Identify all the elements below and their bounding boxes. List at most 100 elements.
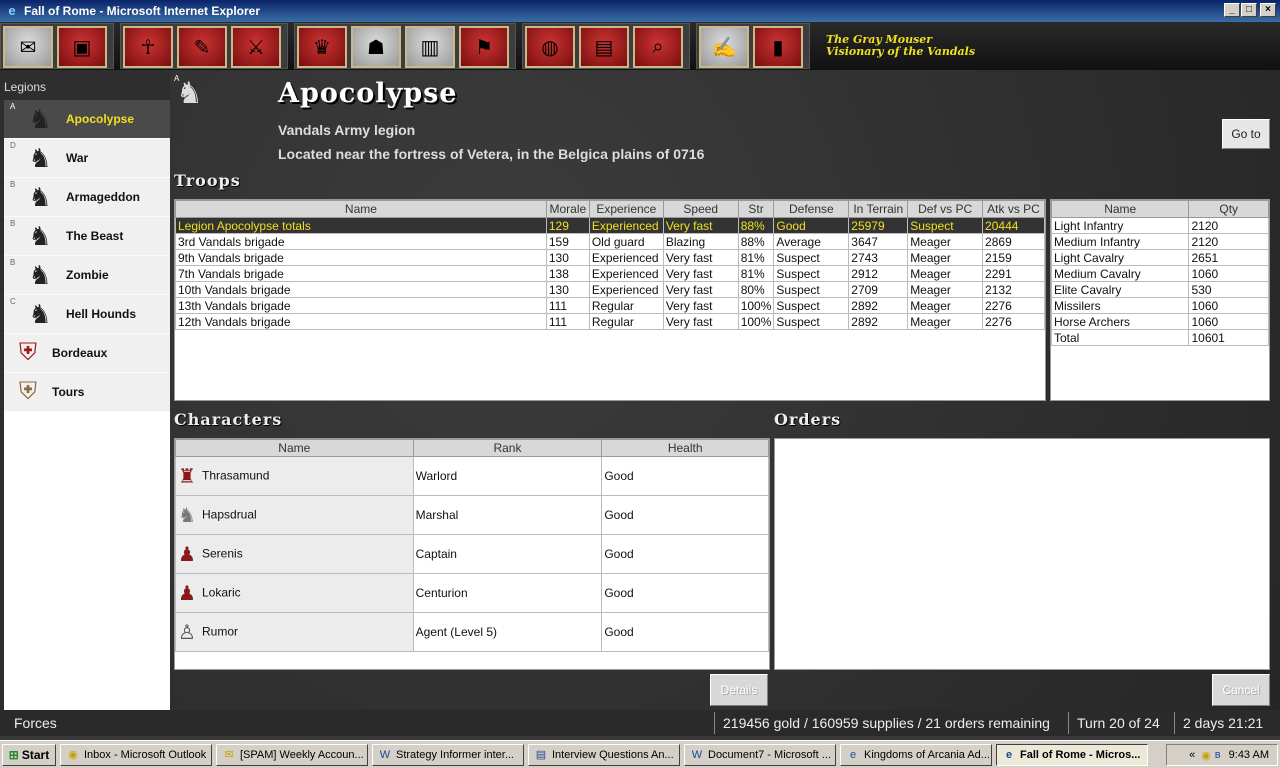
taskbar-item-document7[interactable]: W Document7 - Microsoft ... — [684, 743, 836, 766]
crown-icon[interactable]: ♛ — [297, 26, 347, 68]
table-cell: Marshal — [412, 495, 603, 535]
details-button[interactable]: Details — [710, 674, 768, 706]
scroll-money-icon[interactable]: ✉ — [3, 26, 53, 68]
table-row[interactable]: Missilers 1060 — [1050, 297, 1269, 314]
table-cell: 81% — [737, 265, 775, 282]
maximize-button[interactable]: □ — [1241, 3, 1257, 17]
table-cell: 2276 — [982, 297, 1045, 314]
table-row[interactable]: Medium Infantry 2120 — [1050, 233, 1269, 250]
table-row[interactable]: Total 10601 — [1050, 329, 1269, 346]
table-cell: 100% — [737, 313, 775, 330]
bluetooth-icon[interactable]: ʙ — [1215, 749, 1221, 761]
table-cell: 88% — [737, 233, 775, 250]
legion-cavalry-icon: A ♞ — [174, 74, 203, 110]
sidebar-item-war[interactable]: D ♞ War — [4, 139, 170, 178]
table-cell: 80% — [737, 281, 775, 298]
senate-icon[interactable]: ☗ — [351, 26, 401, 68]
table-cell: Good — [601, 534, 769, 574]
taskbar-item-strategy-informer[interactable]: W Strategy Informer inter... — [372, 743, 524, 766]
column-header[interactable]: Morale — [545, 200, 590, 218]
table-row[interactable]: 9th Vandals brigade 130 Experienced Very fa… — [175, 249, 1045, 266]
table-row[interactable]: Light Infantry 2120 — [1050, 217, 1269, 234]
taskbar-item-outlook[interactable]: ◉ Inbox - Microsoft Outlook — [60, 743, 212, 766]
column-header[interactable]: Str — [737, 200, 775, 218]
characters-table[interactable]: Name Rank Health ♜ Thrasamund Warlord Goo… — [174, 438, 770, 670]
toolbar-group-empire: ♛ ☗ ▥ ⚑ — [294, 23, 516, 69]
sidebar-item-bordeaux[interactable]: ⛨ Bordeaux — [4, 334, 170, 373]
table-cell: Captain — [412, 534, 603, 574]
column-header[interactable]: Health — [601, 439, 769, 457]
sidebar-item-apocolypse[interactable]: A ♞ Apocolypse — [4, 100, 170, 139]
cancel-button[interactable]: Cancel — [1212, 674, 1270, 706]
taskbar-item-kingdoms-of-arcania[interactable]: e Kingdoms of Arcania Ad... — [840, 743, 992, 766]
table-row[interactable]: ♟ Serenis Captain Good — [175, 534, 769, 574]
table-cell: 2120 — [1188, 233, 1269, 250]
cavalry-icon: ♞ — [28, 182, 52, 212]
column-header[interactable]: Experience — [588, 200, 664, 218]
taskbar-item-fall-of-rome[interactable]: e Fall of Rome - Micros... — [996, 743, 1148, 766]
game-toolbar: ✉ ▣ ☥ ✎ ⚔ ♛ ☗ ▥ ⚑ ◍ ▤ ⌕ ✍ ▮ The Gray Mou… — [0, 22, 1280, 70]
legion-icon[interactable]: ⚑ — [459, 26, 509, 68]
character-name-cell: ♙ Rumor — [175, 612, 414, 652]
close-button[interactable]: × — [1260, 3, 1276, 17]
table-cell: Experienced — [588, 265, 664, 282]
troops-table[interactable]: Name Morale Experience Speed Str Defense… — [174, 199, 1046, 401]
column-header[interactable]: Name — [1050, 200, 1190, 218]
table-row[interactable]: 13th Vandals brigade 111 Regular Very fast 1… — [175, 297, 1045, 314]
table-cell: Good — [601, 573, 769, 613]
table-cell: 2132 — [982, 281, 1045, 298]
tray-expand-icon[interactable]: « — [1189, 749, 1195, 761]
column-header[interactable]: Atk vs PC — [982, 200, 1045, 218]
column-header[interactable]: In Terrain — [848, 200, 909, 218]
column-header[interactable]: Defense — [773, 200, 850, 218]
globe-icon[interactable]: ◍ — [525, 26, 575, 68]
sidebar-item-armageddon[interactable]: B ♞ Armageddon — [4, 178, 170, 217]
sidebar-item-tours[interactable]: ⛨ Tours — [4, 373, 170, 412]
sidebar-item-the-beast[interactable]: B ♞ The Beast — [4, 217, 170, 256]
table-row[interactable]: ♟ Lokaric Centurion Good — [175, 573, 769, 613]
decree-scroll-icon[interactable]: ✎ — [177, 26, 227, 68]
table-row[interactable]: Elite Cavalry 530 — [1050, 281, 1269, 298]
start-button[interactable]: ⊞ Start — [2, 743, 56, 766]
window-title-bar[interactable]: e Fall of Rome - Microsoft Internet Expl… — [0, 0, 1280, 22]
clock[interactable]: 9:43 AM — [1229, 749, 1269, 761]
sidebar-item-hell-hounds[interactable]: C ♞ Hell Hounds — [4, 295, 170, 334]
table-row[interactable]: 12th Vandals brigade 111 Regular Very fast 1… — [175, 313, 1045, 330]
table-row[interactable]: 10th Vandals brigade 130 Experienced Very f… — [175, 281, 1045, 298]
column-header[interactable]: Speed — [662, 200, 739, 218]
table-row[interactable]: ♙ Rumor Agent (Level 5) Good — [175, 612, 769, 652]
goto-button[interactable]: Go to — [1222, 119, 1270, 149]
table-row[interactable]: ♜ Thrasamund Warlord Good — [175, 456, 769, 496]
books-icon[interactable]: ▮ — [753, 26, 803, 68]
legion-badge: B — [10, 180, 16, 189]
table-row[interactable]: 3rd Vandals brigade 159 Old guard Blazing 88… — [175, 233, 1045, 250]
magnifier-icon[interactable]: ⌕ — [633, 26, 683, 68]
table-row[interactable]: 7th Vandals brigade 138 Experienced Very fa… — [175, 265, 1045, 282]
unit-type-table[interactable]: Name Qty Light Infantry 2120 Medium Infan… — [1050, 199, 1270, 401]
table-row[interactable]: Light Cavalry 2651 — [1050, 249, 1269, 266]
writing-icon[interactable]: ✍ — [699, 26, 749, 68]
column-header[interactable]: Def vs PC — [907, 200, 984, 218]
sidebar-item-zombie[interactable]: B ♞ Zombie — [4, 256, 170, 295]
table-row[interactable]: Legion Apocolypse totals 129 Experienced Ve… — [175, 217, 1045, 234]
taskbar-item-spam[interactable]: ✉ [SPAM] Weekly Accoun... — [216, 743, 368, 766]
table-cell: Total — [1050, 329, 1190, 346]
city-icon[interactable]: ▥ — [405, 26, 455, 68]
column-header[interactable]: Name — [175, 439, 414, 457]
windows-flag-icon: ⊞ — [8, 747, 19, 762]
treasure-chest-icon[interactable]: ▣ — [57, 26, 107, 68]
table-cell: 1060 — [1188, 265, 1269, 282]
orders-list[interactable] — [774, 438, 1270, 670]
map-icon[interactable]: ▤ — [579, 26, 629, 68]
column-header[interactable]: Rank — [412, 439, 603, 457]
table-row[interactable]: ♞ Hapsdrual Marshal Good — [175, 495, 769, 535]
minimize-button[interactable]: _ — [1224, 3, 1240, 17]
column-header[interactable]: Qty — [1188, 200, 1269, 218]
wizard-icon[interactable]: ☥ — [123, 26, 173, 68]
taskbar-item-interview-questions[interactable]: ▤ Interview Questions An... — [528, 743, 680, 766]
table-row[interactable]: Horse Archers 1060 — [1050, 313, 1269, 330]
column-header[interactable]: Name — [175, 200, 547, 218]
tray-app-icon[interactable]: ◉ — [1201, 749, 1211, 762]
soldiers-icon[interactable]: ⚔ — [231, 26, 281, 68]
table-row[interactable]: Medium Cavalry 1060 — [1050, 265, 1269, 282]
